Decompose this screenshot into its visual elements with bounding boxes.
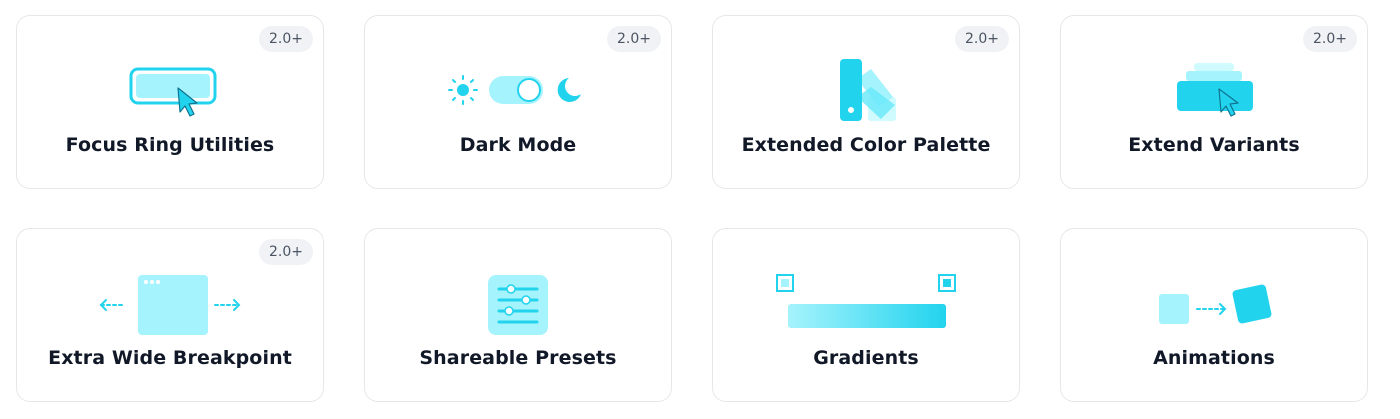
version-badge: 2.0+ (259, 239, 313, 265)
arrow-right-icon (214, 299, 241, 311)
stacked-button-cursor-icon (1061, 50, 1367, 130)
browser-window-arrows-icon (17, 263, 323, 343)
feature-card-extra-wide-breakpoint[interactable]: 2.0+ Extra Wide Breakpoint (16, 228, 324, 402)
moon-icon (557, 78, 581, 102)
feature-card-dark-mode[interactable]: 2.0+ Dark Mode (364, 15, 672, 189)
arrow-left-icon (99, 299, 126, 311)
feature-card-gradients[interactable]: Gradients (712, 228, 1020, 402)
toggle-switch-icon (489, 76, 543, 104)
card-title: Extended Color Palette (741, 134, 991, 156)
rotating-square-icon (1061, 263, 1367, 343)
feature-card-shareable-presets[interactable]: Shareable Presets (364, 228, 672, 402)
feature-card-animations[interactable]: Animations (1060, 228, 1368, 402)
feature-card-color-palette[interactable]: 2.0+ Extended Color Palette (712, 15, 1020, 189)
version-badge: 2.0+ (955, 26, 1009, 52)
focus-ring-cursor-icon (17, 50, 323, 130)
sliders-icon (365, 263, 671, 343)
sun-toggle-moon-icon (448, 75, 581, 105)
card-title: Shareable Presets (419, 347, 617, 369)
sun-icon (448, 75, 478, 105)
arrow-right-icon (1196, 303, 1227, 315)
version-badge: 2.0+ (259, 26, 313, 52)
gradient-bar-icon (713, 263, 1019, 343)
card-title: Gradients (813, 347, 919, 369)
version-badge: 2.0+ (1303, 26, 1357, 52)
card-title: Extra Wide Breakpoint (48, 347, 292, 369)
card-title: Animations (1153, 347, 1275, 369)
card-title: Extend Variants (1128, 134, 1300, 156)
version-badge: 2.0+ (607, 26, 661, 52)
card-title: Dark Mode (459, 134, 577, 156)
feature-card-extend-variants[interactable]: 2.0+ Extend Variants (1060, 15, 1368, 189)
feature-card-focus-ring[interactable]: 2.0+ Focus Ring Utilities (16, 15, 324, 189)
card-title: Focus Ring Utilities (65, 134, 275, 156)
color-swatch-icon (713, 50, 1019, 130)
